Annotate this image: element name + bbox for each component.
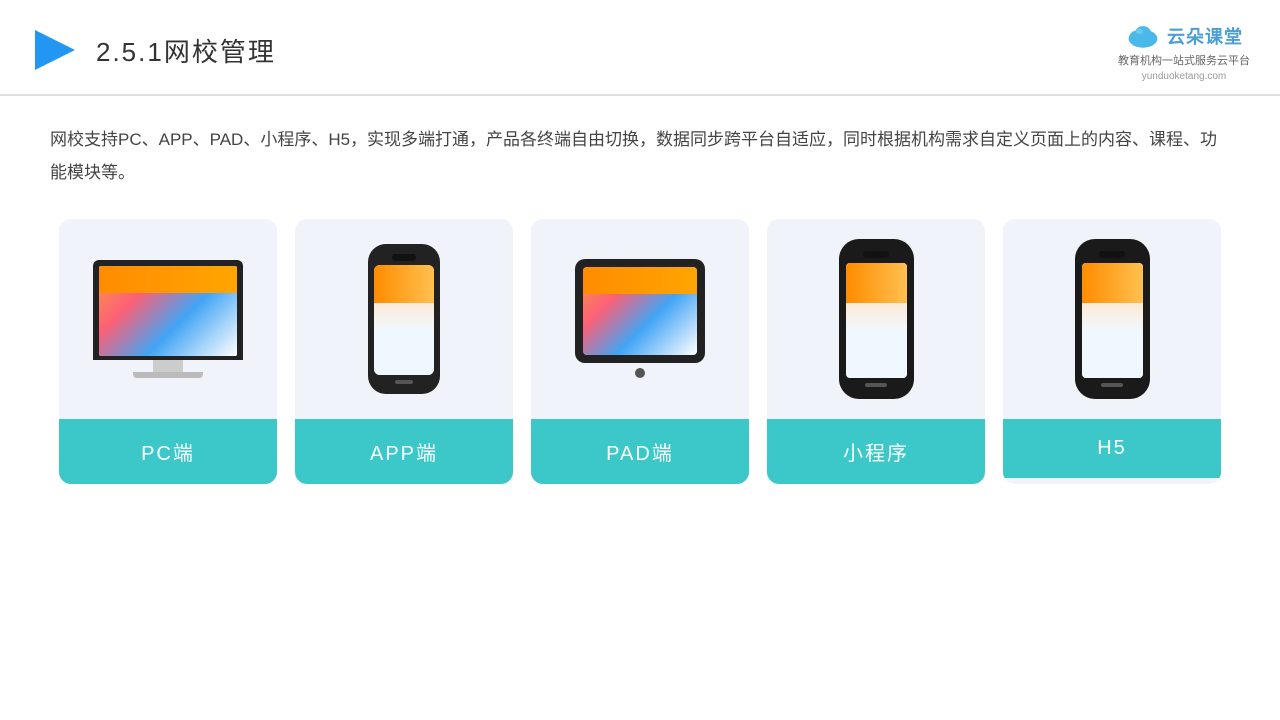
cards-container: PC端 APP端 (50, 219, 1230, 484)
card-image-miniprogram (767, 219, 985, 419)
card-label-pc: PC端 (59, 419, 277, 484)
pc-stand (153, 360, 183, 372)
card-label-h5: H5 (1003, 419, 1221, 478)
phone-home (395, 380, 413, 384)
phone-notch (392, 254, 416, 261)
card-image-app (295, 219, 513, 419)
header-left: 2.5.1网校管理 (30, 25, 276, 75)
mini-phone-mockup-1 (839, 239, 914, 399)
mini-phone-notch-2 (1099, 251, 1125, 258)
pc-mockup (93, 260, 243, 378)
card-miniprogram: 小程序 (767, 219, 985, 484)
description-text: 网校支持PC、APP、PAD、小程序、H5，实现多端打通，产品各终端自由切换，数… (50, 124, 1230, 189)
card-pad: PAD端 (531, 219, 749, 484)
mini-phone-mockup-2 (1075, 239, 1150, 399)
tablet-screen-fill (583, 267, 697, 355)
card-label-miniprogram: 小程序 (767, 419, 985, 484)
mini-screen-fill-1 (846, 263, 907, 378)
card-app: APP端 (295, 219, 513, 484)
phone-outer (368, 244, 440, 394)
logo-cloud: 云朵课堂 (1125, 18, 1243, 54)
card-image-pad (531, 219, 749, 419)
page-title: 2.5.1网校管理 (96, 32, 276, 69)
card-label-pad: PAD端 (531, 419, 749, 484)
mini-phone-outer-2 (1075, 239, 1150, 399)
pc-screen-outer (93, 260, 243, 360)
pc-base (133, 372, 203, 378)
play-icon (30, 25, 80, 75)
logo-url: yunduoketang.com (1142, 71, 1227, 82)
tablet-screen (583, 267, 697, 355)
phone-screen-fill (374, 265, 434, 375)
card-label-app: APP端 (295, 419, 513, 484)
logo-text: 云朵课堂 (1167, 23, 1243, 49)
mini-phone-screen-2 (1082, 263, 1143, 378)
header: 2.5.1网校管理 云朵课堂 教育机构一站式服务云平台 yunduoketang… (0, 0, 1280, 96)
card-image-pc (59, 219, 277, 419)
mini-phone-outer-1 (839, 239, 914, 399)
mini-phone-bar-2 (1101, 383, 1123, 387)
mini-phone-bar-1 (865, 383, 887, 387)
mini-phone-notch-1 (863, 251, 889, 258)
mini-screen-fill-2 (1082, 263, 1143, 378)
tablet-home-btn (635, 368, 645, 378)
phone-mockup (368, 244, 440, 394)
card-pc: PC端 (59, 219, 277, 484)
cloud-icon (1125, 18, 1161, 54)
tablet-mockup (575, 259, 705, 378)
card-h5: H5 (1003, 219, 1221, 484)
tablet-outer (575, 259, 705, 363)
mini-phone-screen-1 (846, 263, 907, 378)
logo-tagline: 教育机构一站式服务云平台 (1118, 54, 1250, 69)
card-image-h5 (1003, 219, 1221, 419)
logo-area: 云朵课堂 教育机构一站式服务云平台 yunduoketang.com (1118, 18, 1250, 82)
pc-screen-fill (99, 266, 237, 356)
phone-screen (374, 265, 434, 375)
pc-screen-inner (99, 266, 237, 356)
main-content: 网校支持PC、APP、PAD、小程序、H5，实现多端打通，产品各终端自由切换，数… (0, 96, 1280, 504)
